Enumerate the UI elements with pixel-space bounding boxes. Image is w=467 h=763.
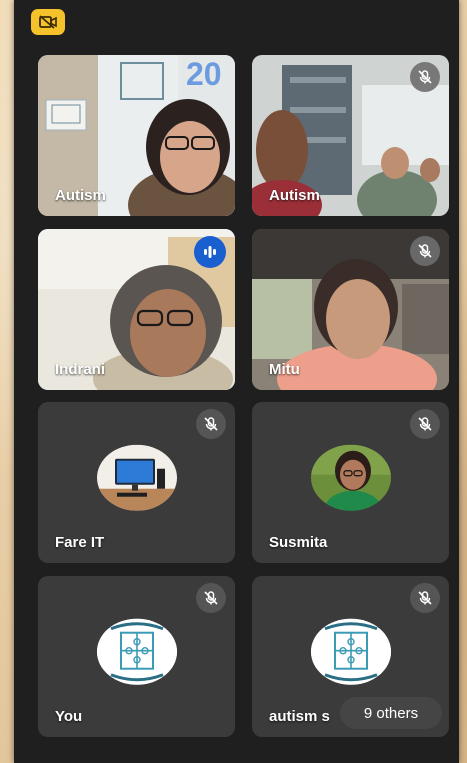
participant-name: Autism: [55, 187, 106, 204]
participant-tile-2[interactable]: Autism: [252, 55, 449, 216]
participant-tile-6[interactable]: Susmita: [252, 402, 449, 563]
mic-off-icon: [204, 417, 218, 431]
participant-name: Indrani: [55, 361, 106, 378]
mic-off-badge: [196, 583, 226, 613]
participant-name: autism s: [269, 708, 330, 725]
participant-tile-1[interactable]: 20 Autism: [38, 55, 235, 216]
avatar: [96, 618, 177, 685]
puzzle-logo: [310, 618, 391, 685]
mic-off-icon: [204, 591, 218, 605]
avatar: [310, 444, 391, 511]
mic-off-badge: [410, 409, 440, 439]
participant-tile-5[interactable]: Fare IT: [38, 402, 235, 563]
banner-number: 20: [186, 56, 222, 92]
puzzle-logo: [96, 618, 177, 685]
avatar: [96, 444, 177, 511]
mic-off-badge: [410, 62, 440, 92]
participant-name: Mitu: [269, 361, 300, 378]
camera-off-button[interactable]: [31, 9, 65, 35]
participant-name: Fare IT: [55, 534, 105, 551]
participant-name: Autism: [269, 187, 320, 204]
meeting-screen: 20 Autism Autism Indrani Mitu Fare IT Su…: [14, 0, 459, 763]
speaking-indicator: [194, 236, 226, 268]
audio-level-icon: [204, 246, 216, 258]
mic-off-icon: [418, 591, 432, 605]
others-button[interactable]: 9 others: [340, 697, 442, 729]
participant-tile-4[interactable]: Mitu: [252, 229, 449, 390]
participant-name: You: [55, 708, 83, 725]
participant-tile-3[interactable]: Indrani: [38, 229, 235, 390]
mic-off-icon: [418, 244, 432, 258]
avatar: [310, 618, 391, 685]
mic-off-badge: [410, 236, 440, 266]
mic-off-badge: [410, 583, 440, 613]
participant-name: Susmita: [269, 534, 328, 551]
video-off-icon: [39, 15, 57, 29]
participant-tile-7[interactable]: You: [38, 576, 235, 737]
mic-off-icon: [418, 70, 432, 84]
mic-off-icon: [418, 417, 432, 431]
mic-off-badge: [196, 409, 226, 439]
